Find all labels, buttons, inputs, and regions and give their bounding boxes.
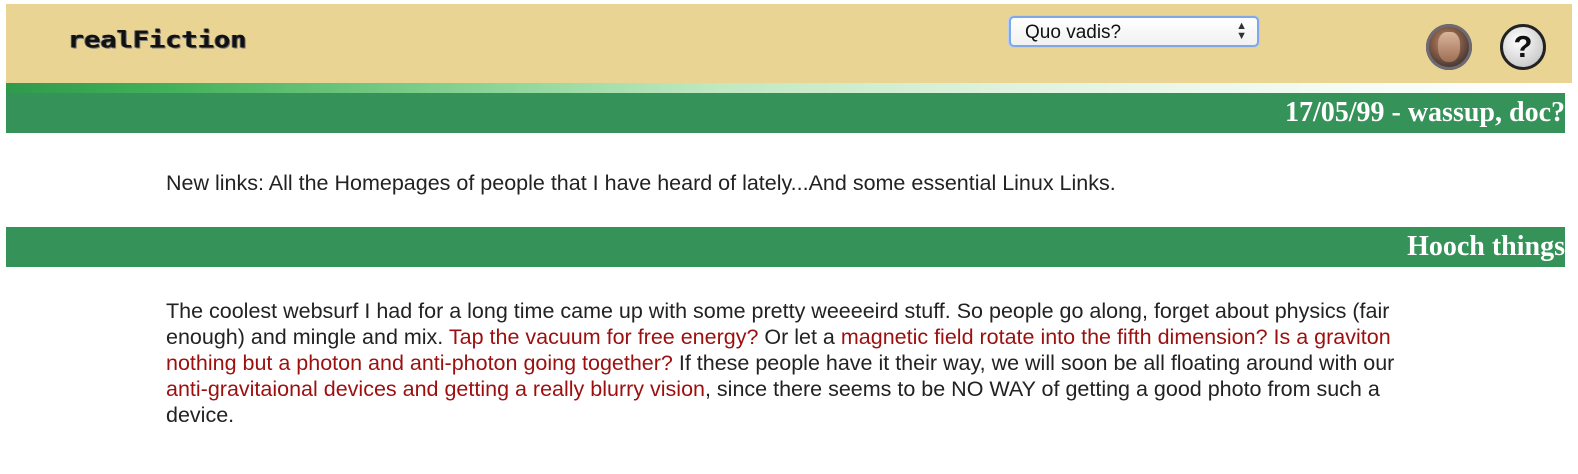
section-heading-bar: Hooch things bbox=[6, 227, 1565, 267]
paragraph-text: If these people have it their way, we wi… bbox=[672, 351, 1395, 375]
date-heading-bar: 17/05/99 - wassup, doc? bbox=[6, 93, 1565, 133]
fifth-dimension-link[interactable]: magnetic field rotate into the fifth dim… bbox=[841, 325, 1268, 349]
header: realFiction Quo vadis? ▲ ▼ ? bbox=[6, 4, 1572, 83]
site-logo[interactable]: realFiction bbox=[68, 27, 247, 53]
quo-vadis-select[interactable]: Quo vadis? ▲ ▼ bbox=[1009, 16, 1259, 47]
green-gradient-divider bbox=[6, 83, 1572, 93]
help-icon[interactable]: ? bbox=[1500, 24, 1546, 70]
new-links-text: New links: All the Homepages of people t… bbox=[166, 171, 1116, 195]
free-energy-link[interactable]: Tap the vacuum for free energy? bbox=[449, 325, 759, 349]
section-heading: Hooch things bbox=[1407, 231, 1565, 262]
face-icon bbox=[1438, 32, 1460, 62]
date-heading: 17/05/99 - wassup, doc? bbox=[1284, 97, 1565, 128]
article-paragraph: The coolest websurf I had for a long tim… bbox=[166, 298, 1406, 428]
updown-arrows-icon: ▲ ▼ bbox=[1236, 20, 1247, 42]
paragraph-text: Or let a bbox=[758, 325, 841, 349]
anti-gravitational-link[interactable]: anti-gravitaional devices and getting a … bbox=[166, 377, 705, 401]
select-value: Quo vadis? bbox=[1025, 22, 1122, 43]
avatar-icon[interactable] bbox=[1426, 24, 1472, 70]
